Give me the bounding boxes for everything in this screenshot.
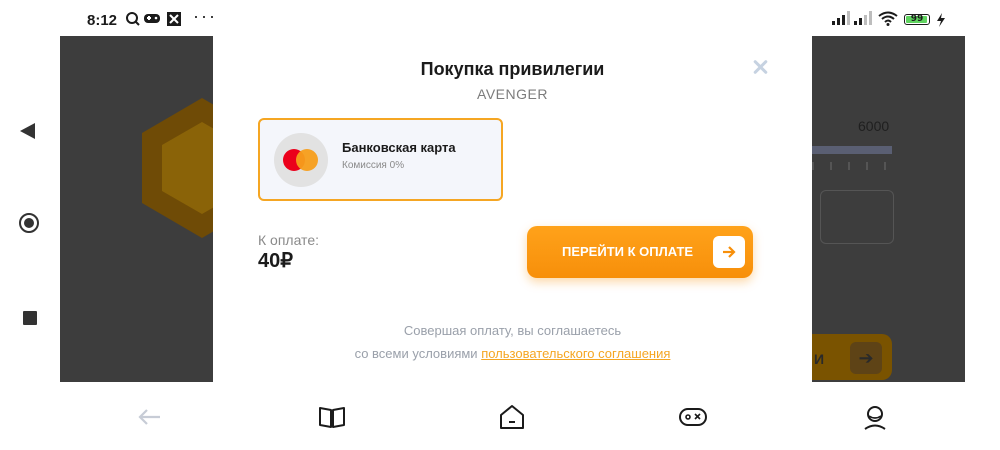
gamepad-icon[interactable]: [678, 402, 708, 432]
background-arrow-icon: ➔: [850, 342, 882, 374]
arrow-right-icon: [713, 236, 745, 268]
total-label: К оплате:: [258, 232, 319, 248]
modal-subtitle: AVENGER: [477, 86, 548, 102]
status-bar: 8:12 ··· 99: [60, 0, 965, 36]
background-slider-ticks: [812, 162, 892, 170]
user-agreement-link[interactable]: пользовательского соглашения: [481, 346, 670, 361]
q-search-icon: [126, 12, 140, 26]
purchase-modal: Покупка привилегии AVENGER Банковская ка…: [213, 36, 812, 382]
background-amount: 6000: [858, 118, 890, 134]
book-icon[interactable]: [317, 402, 347, 432]
charging-icon: [937, 13, 945, 27]
wifi-icon: [878, 11, 898, 26]
nav-home-icon[interactable]: [19, 213, 39, 233]
payment-method-card[interactable]: Банковская карта Комиссия 0%: [258, 118, 503, 201]
mastercard-orange-circle: [296, 149, 318, 171]
agreement-line-1: Совершая оплату, вы соглашаетесь: [403, 323, 622, 338]
home-icon[interactable]: [497, 402, 527, 432]
proceed-to-payment-button[interactable]: ПЕРЕЙТИ К ОПЛАТЕ: [527, 226, 753, 278]
nav-recent-apps-icon[interactable]: [23, 311, 37, 325]
battery-level: 99: [910, 14, 924, 24]
battery-icon: 99: [904, 14, 930, 25]
payment-method-fee: Комиссия 0%: [342, 160, 405, 171]
modal-title: Покупка привилегии: [420, 59, 605, 79]
agreement-line-2: со всеми условиями: [354, 346, 478, 361]
agreement-text: Совершая оплату, вы соглашаетесь со всем…: [213, 319, 812, 365]
nav-back-icon[interactable]: [20, 123, 35, 139]
android-nav-bar: [0, 0, 60, 450]
payment-method-name: Банковская карта: [342, 140, 456, 155]
profile-icon[interactable]: [860, 402, 890, 432]
gamepad-icon: [144, 14, 160, 23]
more-icon: ···: [193, 6, 217, 26]
signal-icon: [854, 11, 872, 25]
back-arrow-icon[interactable]: [135, 402, 165, 432]
background-input: [820, 190, 894, 244]
close-icon[interactable]: [751, 58, 769, 76]
status-time: 8:12: [87, 12, 118, 29]
mastercard-icon: [274, 133, 328, 187]
right-edge: [965, 0, 1000, 450]
background-button-label: И: [814, 351, 825, 367]
total-value: 40₽: [258, 250, 293, 272]
bottom-tab-bar: [60, 382, 965, 450]
signal-icon: [832, 11, 850, 25]
background-slider: [812, 146, 892, 154]
box-x-icon: [167, 12, 181, 26]
pay-button-label: ПЕРЕЙТИ К ОПЛАТЕ: [562, 244, 694, 259]
